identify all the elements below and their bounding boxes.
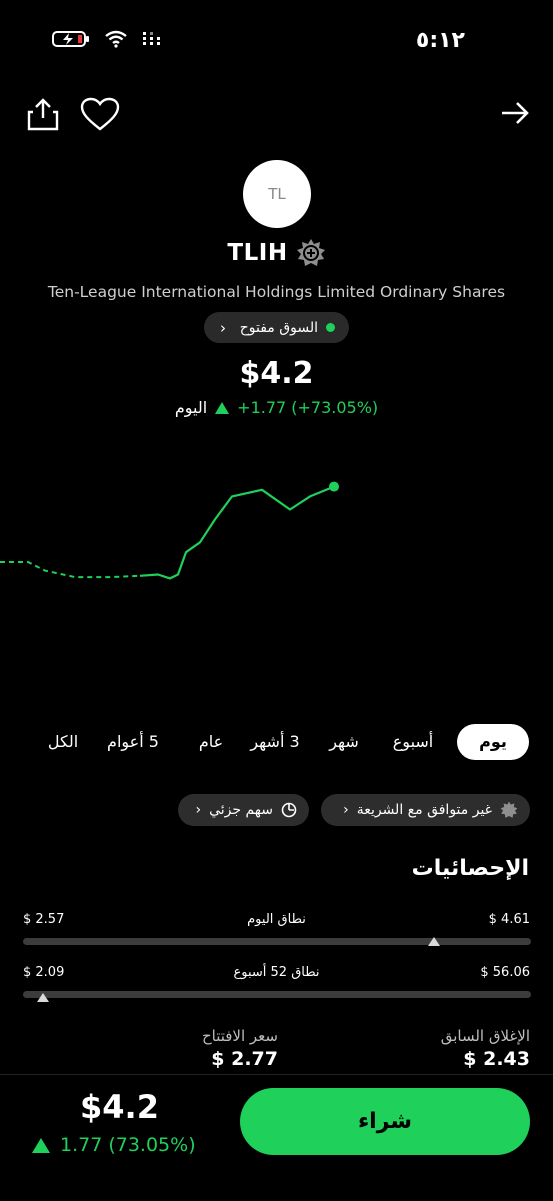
chart-line-premarket <box>0 561 141 579</box>
chart-current-point <box>329 481 339 492</box>
week52-range-low: $ 2.09 <box>23 965 65 980</box>
bottom-change: 1.77 (73.05%) <box>32 1134 196 1156</box>
status-time: ٥:١٢ <box>415 28 465 53</box>
chevron-left-icon: ‹ <box>343 802 349 818</box>
chevron-left-icon: ‹ <box>195 802 202 818</box>
sharia-badge-icon <box>296 239 325 266</box>
clock-pie-icon <box>281 802 297 818</box>
open-price-label: سعر الافتتاح <box>201 1027 278 1045</box>
price-change: +1.77 (+73.05%) <box>237 398 379 417</box>
signal-icon <box>143 32 160 45</box>
day-range-low: $ 2.57 <box>23 912 65 927</box>
timeframe-tab[interactable]: 3 أشهر <box>247 724 303 760</box>
open-price-value: $ 2.77 <box>211 1048 278 1070</box>
day-range-label: نطاق اليوم <box>247 912 306 927</box>
price-chart[interactable] <box>0 460 553 660</box>
timeframe-tab[interactable]: عام <box>191 724 231 760</box>
timeframe-tab[interactable]: الكل <box>41 724 85 760</box>
heart-icon <box>80 97 120 131</box>
chevron-left-icon: › <box>220 318 226 337</box>
week52-range-label: نطاق 52 أسبوع <box>233 965 320 980</box>
bottom-change-value: 1.77 (73.05%) <box>60 1134 196 1156</box>
share-button[interactable] <box>24 94 62 134</box>
status-icons <box>52 30 166 48</box>
day-range-marker <box>428 937 441 946</box>
bottom-price: $4.2 <box>80 1088 159 1126</box>
fractional-chip-label: سهم جزئي <box>209 802 273 818</box>
buy-button[interactable]: شراء <box>240 1088 530 1155</box>
market-status-pill[interactable]: › السوق مفتوح <box>204 312 349 343</box>
battery-icon <box>52 31 89 47</box>
stats-title: الإحصائيات <box>411 856 529 881</box>
company-name: Ten-League International Holdings Limite… <box>47 283 506 301</box>
price-change-row: اليوم +1.77 (+73.05%) <box>0 398 553 417</box>
timeframe-tab[interactable]: 5 أعوام <box>99 724 167 760</box>
prev-close-label: الإغلاق السابق <box>440 1027 530 1045</box>
sharia-icon <box>500 801 518 818</box>
current-price: $4.2 <box>239 356 314 391</box>
week52-range-marker <box>37 993 50 1002</box>
market-open-dot <box>326 323 335 332</box>
stock-logo: TL <box>243 160 311 228</box>
sharia-chip-label: غير متوافق مع الشريعة <box>356 802 492 818</box>
fractional-chip[interactable]: سهم جزئي ‹ <box>178 794 309 826</box>
timeframe-tab[interactable]: أسبوع <box>383 724 443 760</box>
arrow-right-icon <box>502 102 529 124</box>
timeframe-tabs: يوم أسبوع شهر 3 أشهر عام 5 أعوام الكل <box>0 724 553 760</box>
share-icon <box>27 98 59 131</box>
change-period: اليوم <box>174 398 208 417</box>
chart-line-session <box>139 485 335 580</box>
week52-range-bar <box>23 991 531 998</box>
back-button[interactable] <box>498 98 532 128</box>
ticker-symbol: TLIH <box>227 240 288 266</box>
up-arrow-icon <box>215 401 230 414</box>
day-range-bar <box>23 938 531 945</box>
prev-close-value: $ 2.43 <box>463 1048 530 1070</box>
up-arrow-icon <box>32 1137 50 1153</box>
sharia-chip[interactable]: غير متوافق مع الشريعة ‹ <box>321 794 530 826</box>
market-status-label: السوق مفتوح <box>239 319 318 336</box>
timeframe-tab[interactable]: يوم <box>457 724 529 760</box>
timeframe-tab[interactable]: شهر <box>321 724 367 760</box>
wifi-icon <box>105 30 127 48</box>
favorite-button[interactable] <box>78 94 122 134</box>
ticker-row: TLIH <box>0 238 553 268</box>
